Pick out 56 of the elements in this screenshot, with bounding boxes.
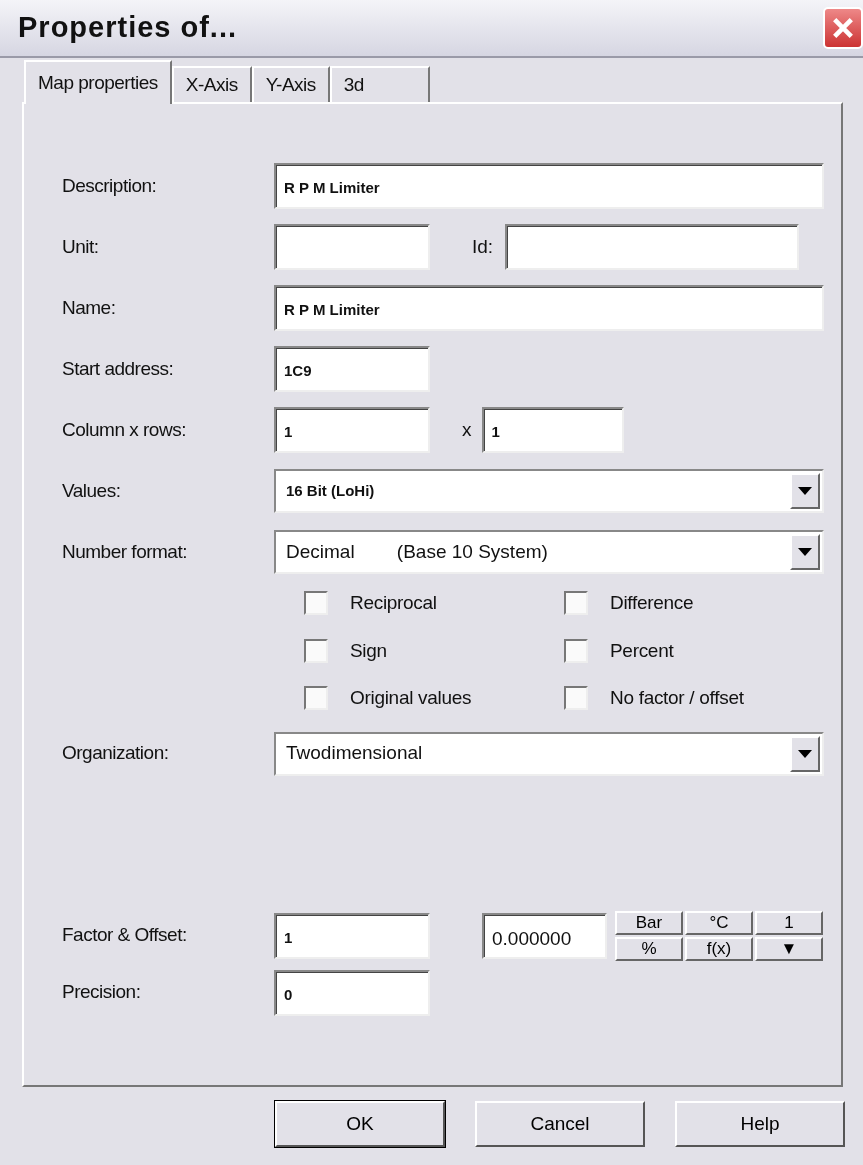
caret-down-icon	[798, 487, 812, 495]
separator-label: x	[462, 417, 472, 442]
close-icon	[831, 15, 855, 41]
field-label: Number format:	[62, 539, 188, 564]
field-label: Values:	[62, 478, 122, 503]
caret-down-icon	[798, 548, 812, 556]
checkbox[interactable]	[304, 638, 328, 663]
caret-down-icon	[798, 749, 812, 758]
checkbox[interactable]	[564, 591, 588, 616]
unit-button[interactable]: Bar	[615, 910, 683, 935]
tab[interactable]: X-Axis	[171, 66, 252, 102]
input-field[interactable]: R P M Limiter	[274, 163, 824, 209]
field-label: Factor & Offset:	[62, 923, 188, 948]
field-label: Unit:	[62, 234, 100, 259]
dropdown[interactable]: Twodimensional	[274, 731, 824, 776]
checkbox-label: No factor / offset	[610, 686, 744, 710]
input-field[interactable]	[274, 224, 430, 270]
unit-button[interactable]: f(x)	[685, 936, 753, 961]
checkbox-label: Difference	[610, 591, 694, 615]
input-field[interactable]: 1	[274, 912, 430, 959]
checkbox-label: Original values	[350, 686, 472, 710]
input-field[interactable]: 1	[274, 407, 430, 453]
dialog-button[interactable]: OK	[275, 1101, 445, 1147]
checkbox-label: Percent	[610, 638, 674, 663]
input-field[interactable]	[505, 224, 800, 270]
field-label: Description:	[62, 173, 158, 198]
dialog-button[interactable]: Help	[675, 1101, 845, 1147]
unit-button[interactable]: 1	[755, 910, 823, 935]
dropdown[interactable]: Decimal (Base 10 System)	[274, 530, 824, 574]
checkbox[interactable]	[304, 686, 328, 711]
window-title: Properties of...	[18, 10, 238, 46]
checkbox-label: Sign	[350, 638, 387, 663]
unit-button[interactable]: ▼	[755, 936, 823, 961]
dropdown[interactable]: 16 Bit (LoHi)	[274, 469, 824, 513]
unit-button[interactable]: °C	[685, 910, 753, 935]
dialog-button[interactable]: Cancel	[475, 1101, 645, 1147]
checkbox-label: Reciprocal	[350, 591, 437, 615]
field-label: Precision:	[62, 980, 142, 1005]
field-label: Organization:	[62, 741, 170, 766]
input-field[interactable]: 0	[274, 969, 430, 1016]
tab[interactable]: Y-Axis	[251, 66, 330, 102]
field-label: Column x rows:	[62, 417, 187, 442]
input-field[interactable]: R P M Limiter	[274, 285, 824, 331]
tab[interactable]: Map properties	[24, 60, 172, 104]
checkbox[interactable]	[564, 638, 588, 663]
checkbox[interactable]	[564, 686, 588, 711]
input-field[interactable]: 1	[481, 407, 624, 453]
tab[interactable]: 3d	[329, 66, 430, 102]
field-label: Start address:	[62, 356, 175, 381]
input-field[interactable]: 0.000000	[482, 912, 607, 959]
checkbox[interactable]	[304, 591, 328, 616]
unit-button[interactable]: %	[615, 936, 683, 961]
input-field[interactable]: 1C9	[274, 346, 430, 392]
field-label: Name:	[62, 295, 117, 320]
field-label: Id:	[472, 234, 494, 259]
close-button[interactable]	[823, 7, 863, 49]
